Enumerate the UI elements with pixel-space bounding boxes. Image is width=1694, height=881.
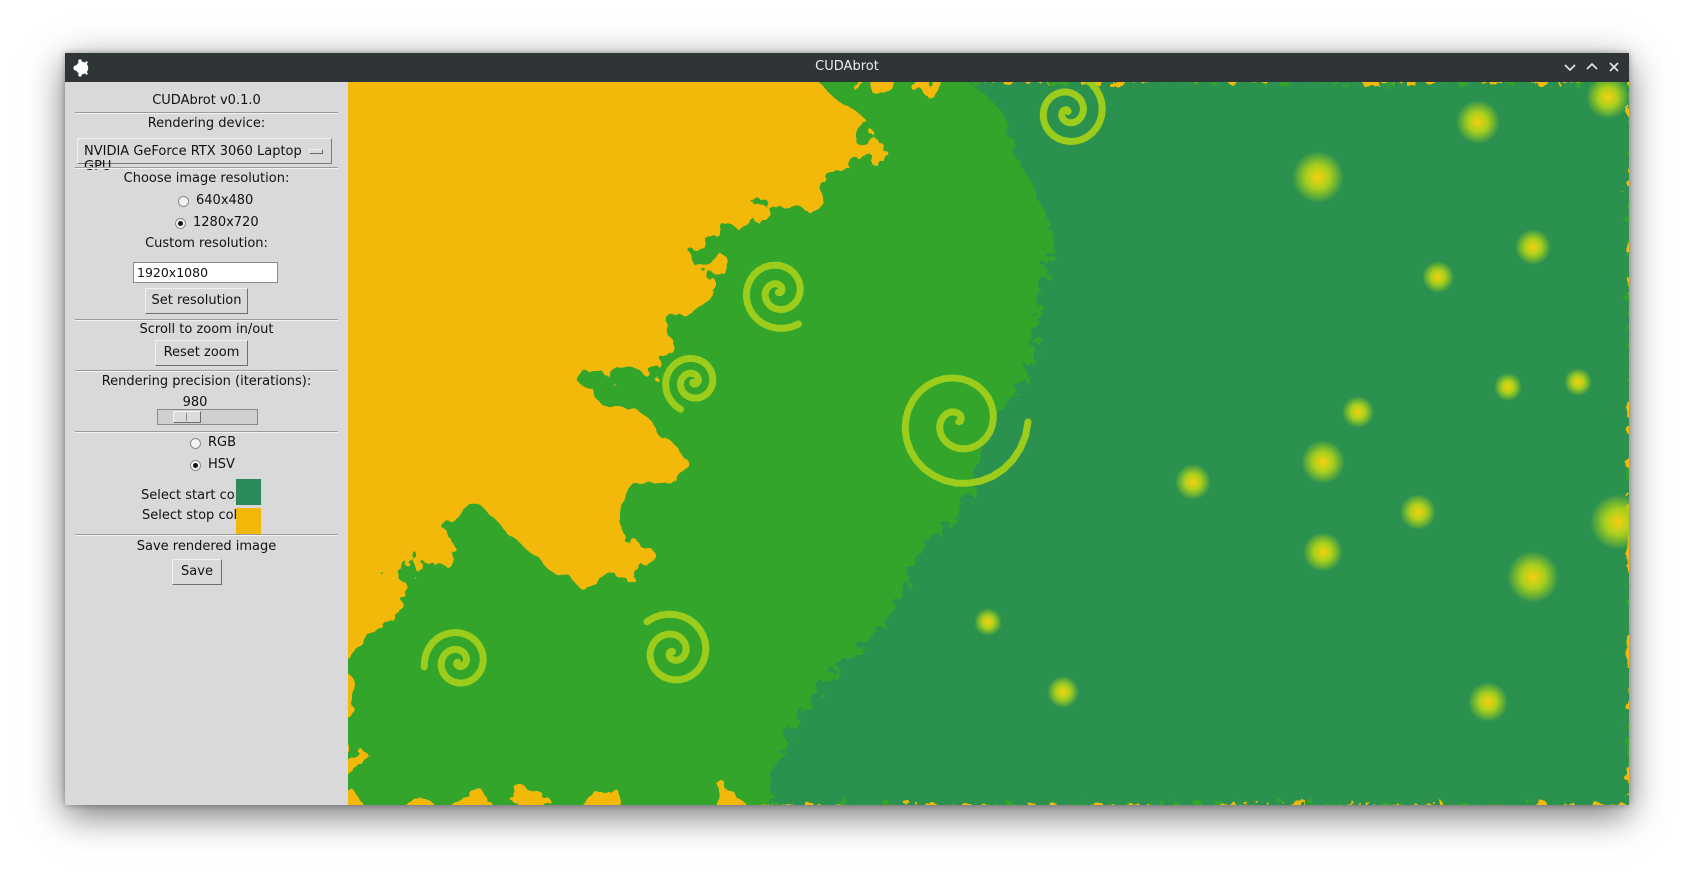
title-bar[interactable]: CUDAbrot — [65, 53, 1629, 82]
fractal-glow-spot — [1456, 100, 1500, 144]
fractal-canvas[interactable] — [348, 82, 1629, 805]
separator — [75, 370, 338, 372]
app-window: CUDAbrot CUDAbrot v0.1.0 Rendering devic… — [65, 53, 1629, 805]
fractal-glow-spot — [974, 608, 1002, 636]
fractal-glow-spot — [1342, 396, 1374, 428]
close-icon[interactable] — [1605, 58, 1623, 76]
precision-slider[interactable] — [157, 409, 258, 425]
radio-indicator — [190, 438, 201, 449]
separator — [75, 431, 338, 433]
start-color-swatch[interactable] — [236, 479, 261, 505]
radio-indicator — [175, 218, 186, 229]
device-value: NVIDIA GeForce RTX 3060 Laptop GPU — [84, 144, 302, 174]
separator — [75, 534, 338, 536]
custom-resolution-label: Custom resolution: — [145, 236, 268, 251]
separator — [75, 167, 338, 169]
zoom-label: Scroll to zoom in/out — [139, 322, 274, 337]
radio-indicator — [178, 196, 189, 207]
radio-label: 1280x720 — [193, 215, 259, 230]
radio-label: RGB — [208, 435, 237, 450]
device-dropdown[interactable]: NVIDIA GeForce RTX 3060 Laptop GPU — [77, 138, 332, 174]
radio-indicator — [190, 460, 201, 471]
device-label: Rendering device: — [147, 116, 266, 131]
fractal-glow-spot — [1564, 368, 1592, 396]
radio-label: HSV — [208, 457, 235, 472]
custom-resolution-input[interactable]: 1920x1080 — [133, 262, 278, 283]
slider-thumb[interactable] — [173, 411, 201, 423]
separator — [75, 319, 338, 321]
minimize-icon[interactable] — [1561, 58, 1579, 76]
stop-color-swatch[interactable] — [236, 508, 261, 534]
precision-value: 980 — [182, 395, 208, 410]
stop-color-label: Select stop color — [142, 508, 251, 523]
save-button[interactable]: Save — [172, 559, 222, 585]
version-label: CUDAbrot v0.1.0 — [152, 93, 261, 108]
fractal-image[interactable] — [348, 82, 1629, 805]
maximize-icon[interactable] — [1583, 58, 1601, 76]
fractal-glow-spot — [1468, 682, 1508, 722]
fractal-glow-spot — [1515, 229, 1551, 265]
window-title: CUDAbrot — [815, 59, 879, 74]
fractal-glow-spot — [1303, 532, 1343, 572]
fractal-glow-spot — [1175, 464, 1211, 500]
fractal-glow-spot — [1422, 261, 1454, 293]
control-sidebar: CUDAbrot v0.1.0 Rendering device: NVIDIA… — [65, 82, 348, 805]
reset-zoom-button[interactable]: Reset zoom — [155, 340, 248, 366]
fractal-glow-spot — [1400, 494, 1436, 530]
fractal-glow-spot — [1494, 373, 1522, 401]
precision-label: Rendering precision (iterations): — [101, 374, 312, 389]
fractal-glow-spot — [1292, 151, 1344, 203]
save-label: Save rendered image — [136, 539, 277, 554]
set-resolution-button[interactable]: Set resolution — [145, 288, 248, 314]
resolution-label: Choose image resolution: — [123, 171, 290, 186]
fractal-glow-spot — [1301, 440, 1345, 484]
radio-label: 640x480 — [196, 193, 254, 208]
fractal-glow-spot — [1507, 551, 1559, 603]
dropdown-indicator-icon — [309, 149, 323, 154]
separator — [75, 112, 338, 114]
fractal-glow-spot — [1047, 676, 1079, 708]
